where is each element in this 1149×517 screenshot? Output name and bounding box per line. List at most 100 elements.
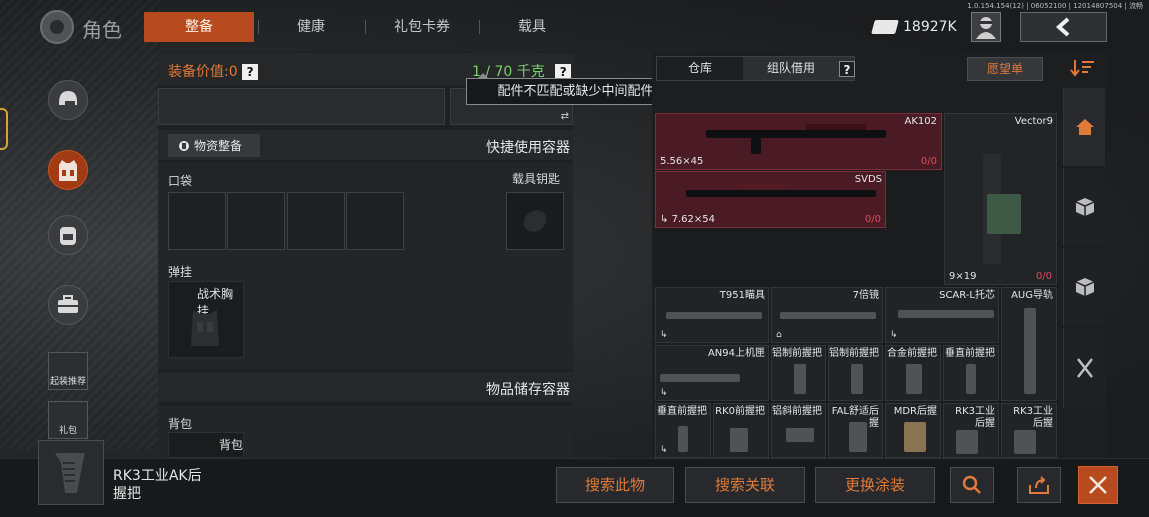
share-icon [1029, 476, 1049, 494]
pocket-slot[interactable] [227, 192, 285, 250]
search-button[interactable] [950, 467, 994, 503]
tab-vehicle[interactable]: 载具 [482, 12, 582, 42]
pocket-slot[interactable] [287, 192, 345, 250]
case-icon [58, 295, 78, 313]
chest-rig-slot[interactable]: 战术胸挂 [168, 281, 244, 358]
vehicle-key-slot[interactable] [506, 192, 564, 250]
equipment-value-label: 装备价值: [168, 64, 229, 80]
tab-health[interactable]: 健康 [260, 12, 362, 42]
warehouse-item-svds[interactable]: SVDS ↳ 7.62×54 0/0 [655, 171, 886, 228]
item-name: RK0前握把 [715, 406, 765, 417]
warehouse-item[interactable]: RK0前握把 [713, 403, 769, 458]
grip-icon [678, 426, 688, 452]
item-name: 合金前握把 [887, 348, 937, 359]
warehouse-item[interactable]: AN94上机匣 ↳ [655, 345, 769, 401]
loadout-recommend-button[interactable]: 起装推荐 [48, 352, 88, 390]
item-caliber: 5.56×45 [660, 156, 704, 167]
loadout-recommend-label: 起装推荐 [49, 377, 86, 387]
category-food[interactable] [1063, 328, 1105, 408]
pocket-label: 口袋 [168, 174, 193, 188]
back-button[interactable] [1020, 12, 1107, 42]
close-icon [1089, 476, 1107, 494]
warehouse-item[interactable]: 垂直前握把 ↳ [655, 403, 711, 458]
key-icon [523, 210, 547, 232]
item-name: RK3工业后握 [1013, 406, 1053, 429]
item-name: RK3工业后握 [955, 406, 995, 429]
case-slot-button[interactable] [48, 285, 88, 325]
warehouse-item-vector9[interactable]: Vector9 9×19 0/0 [944, 113, 1057, 285]
tab-team-borrow[interactable]: 组队借用 [747, 57, 835, 80]
category-home[interactable] [1063, 88, 1105, 166]
top-bar: 角色 整备 健康 礼包卡券 载具 18927K 1.0.154.154(12) … [0, 0, 1149, 52]
search-related-button[interactable]: 搜索关联 [685, 467, 805, 503]
item-name: 垂直前握把 [945, 348, 995, 359]
warehouse-item[interactable]: 合金前握把 [885, 345, 941, 401]
item-name: MDR后握 [893, 406, 937, 417]
crate-icon [1075, 198, 1094, 216]
item-name: AN94上机匣 [707, 348, 765, 359]
equipment-value-amount: 0 [228, 64, 238, 80]
share-button[interactable] [1017, 467, 1061, 503]
chest-rig-icon [191, 310, 219, 346]
tab-gift-vouchers[interactable]: 礼包卡券 [368, 12, 476, 42]
character-logo-icon [40, 10, 74, 44]
item-name: 铝制前握把 [829, 348, 879, 359]
warehouse-item[interactable]: 铝斜前握把 [771, 403, 826, 458]
warehouse-item[interactable]: MDR后握 [885, 403, 941, 458]
warehouse-item[interactable]: SCAR-L托芯 ↳ [885, 287, 999, 343]
primary-weapon-slot[interactable] [158, 88, 445, 125]
warehouse-item[interactable]: 铝制前握把 [771, 345, 826, 401]
item-name: FAL舒适后握 [831, 406, 879, 429]
scope-icon [666, 312, 762, 319]
backpack-slot-button[interactable] [48, 215, 88, 255]
gift-button[interactable]: 礼包 [48, 401, 88, 439]
warehouse-item[interactable]: RK3工业后握 [1001, 403, 1057, 458]
wishlist-button[interactable]: 愿望单 [967, 57, 1043, 81]
warehouse-item[interactable]: RK3工业后握 [943, 403, 999, 458]
vest-slot-button[interactable] [48, 150, 88, 190]
currency-display: 18927K [871, 14, 957, 40]
version-info: 1.0.154.154(12) | 06052100 | 12014807504… [967, 2, 1143, 10]
vest-icon [59, 160, 77, 181]
box-icon [1075, 278, 1094, 296]
link-icon: ↳ [660, 330, 668, 340]
item-name: T951瞄具 [719, 290, 765, 301]
close-button[interactable] [1078, 466, 1118, 504]
sort-button[interactable] [1070, 58, 1100, 80]
warehouse-item-ak102[interactable]: AK102 5.56×45 0/0 [655, 113, 942, 170]
tab-divider [479, 20, 480, 34]
magazine-icon [751, 138, 761, 154]
warehouse-item[interactable]: 垂直前握把 [943, 345, 999, 401]
category-crate[interactable] [1063, 168, 1105, 246]
edge-drawer-handle[interactable] [0, 108, 8, 150]
grip-icon [906, 364, 922, 394]
help-icon[interactable]: ? [242, 64, 259, 80]
backpack-slot[interactable]: 背包 [168, 432, 244, 458]
helmet-slot-button[interactable] [48, 80, 88, 120]
warehouse-item[interactable]: AUG导轨 [1001, 287, 1057, 401]
pocket-slot[interactable] [346, 192, 404, 250]
receiver-icon [660, 374, 740, 382]
warehouse-item[interactable]: T951瞄具 ↳ [655, 287, 769, 343]
swap-icon[interactable]: ⇄ [561, 111, 569, 122]
selected-item-name-line1: RK3工业AK后 [113, 468, 202, 484]
supply-button[interactable]: 物资整备 [168, 134, 260, 157]
storage-container-title: 物品储存容器 [486, 382, 570, 398]
pocket-slot[interactable] [168, 192, 226, 250]
warehouse-item[interactable]: FAL舒适后握 [828, 403, 883, 458]
avatar-button[interactable] [971, 12, 1001, 42]
tab-loadout[interactable]: 整备 [144, 12, 254, 42]
link-icon: ↳ [890, 330, 898, 340]
warehouse-item[interactable]: 铝制前握把 [828, 345, 883, 401]
item-name: AK102 [904, 116, 938, 127]
warehouse-item[interactable]: 7倍镜 ⌂ [771, 287, 883, 343]
warehouse-help-icon[interactable]: ? [839, 61, 855, 77]
search-item-button[interactable]: 搜索此物 [556, 467, 674, 503]
currency-amount: 18927K [903, 19, 957, 35]
change-skin-button[interactable]: 更换涂装 [815, 467, 935, 503]
tab-warehouse[interactable]: 仓库 [657, 57, 743, 80]
sort-icon [1070, 60, 1094, 77]
item-count: 0/0 [864, 214, 881, 225]
category-box[interactable] [1063, 248, 1105, 326]
cash-icon [871, 20, 899, 34]
